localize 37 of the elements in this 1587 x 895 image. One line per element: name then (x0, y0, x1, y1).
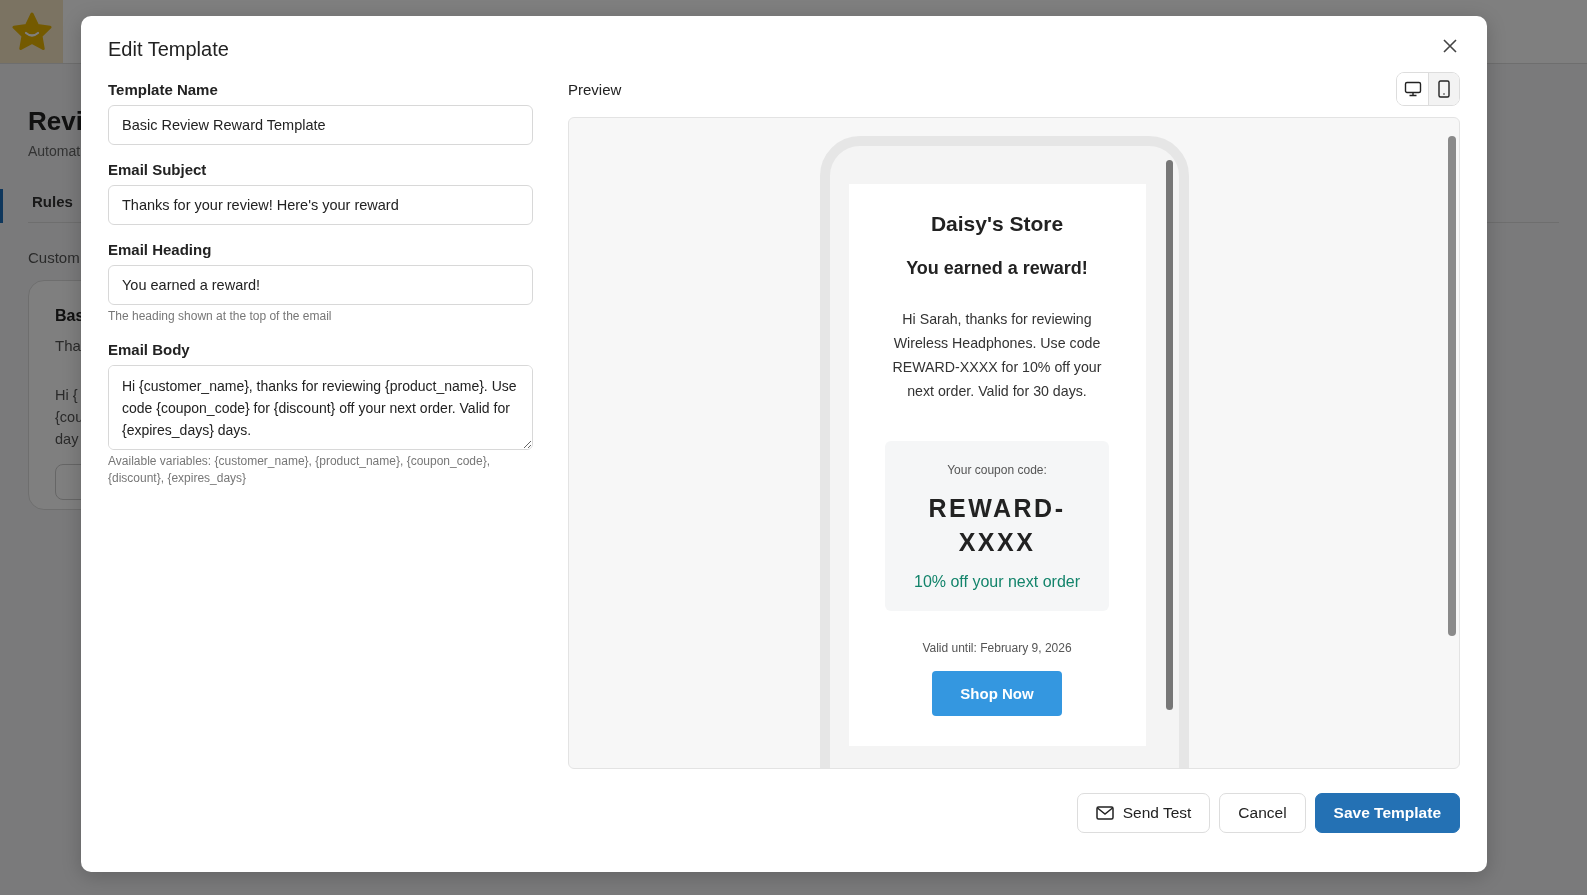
save-template-button[interactable]: Save Template (1314, 793, 1460, 833)
device-toggle-button[interactable] (1428, 73, 1459, 105)
rules-tab[interactable]: Rules (32, 193, 73, 210)
star-logo-icon (11, 11, 52, 52)
field-label: Template Name (108, 81, 219, 98)
coupon-offer: 10% off your next order (913, 573, 1081, 591)
card-body-line: day (55, 430, 79, 449)
close-icon (1443, 38, 1457, 53)
textarea-field[interactable]: Hi {customer_name}, thanks for reviewing {product_name}. Use code {coupon_code} for {discount} off your next order. Valid for {expires_days} days. (108, 365, 533, 450)
cancel-button[interactable]: Cancel (1219, 793, 1306, 833)
page-title: Revi (28, 106, 83, 137)
email-body-text: Hi Sarah, thanks for reviewing Wireless Headphones. Use code REWARD-XXXX for 10% off your next order. Valid for 30 days. (891, 310, 1103, 401)
email-heading: You earned a reward! (905, 258, 1089, 279)
modal-title: Edit Template (108, 38, 229, 61)
text-input-field[interactable]: Thanks for your review! Here's your reward (108, 185, 533, 225)
monitor-icon (1403, 80, 1422, 98)
section-label: Custom (28, 249, 80, 266)
text-input-field[interactable]: Basic Review Reward Template (108, 105, 533, 145)
field-label: Email Subject (108, 161, 208, 178)
card-body-line: Hi { (55, 386, 78, 405)
help-text: Available variables: {customer_name}, {product_name}, {coupon_code}, {discount}, {expires_days} (108, 453, 492, 487)
phone-icon (1437, 80, 1451, 98)
store-name: Daisy's Store (929, 212, 1065, 236)
text-input-field[interactable]: You earned a reward! (108, 265, 533, 305)
send-test-button[interactable]: Send Test (1076, 793, 1211, 833)
card-subtitle: Tha (55, 337, 81, 354)
coupon-label: Your coupon code: (946, 463, 1048, 477)
field-label: Email Heading (108, 241, 213, 258)
help-text: The heading shown at the top of the email (108, 308, 333, 325)
field-label: Email Body (108, 341, 191, 358)
preview-label: Preview (568, 80, 622, 98)
page-subtitle: Automat (28, 143, 81, 159)
valid-until-text: Valid until: February 9, 2026 (921, 641, 1073, 655)
coupon-code: REWARD-XXXX (927, 493, 1067, 558)
preview-scrollbar[interactable] (1448, 136, 1456, 636)
envelope-icon (1095, 806, 1114, 820)
phone-scrollbar[interactable] (1165, 160, 1173, 710)
